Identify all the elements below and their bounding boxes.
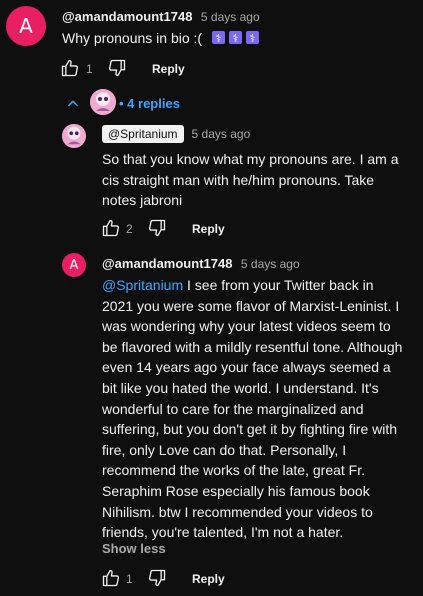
dislike-button[interactable]	[147, 568, 167, 588]
comment-text: Why pronouns in bio :(	[62, 28, 263, 50]
comment-text: So that you know what my pronouns are. I…	[102, 151, 399, 209]
replies-toggle[interactable]: • 4 replies	[119, 96, 180, 111]
comment-text-content: I see from your Twitter back in 2021 you…	[102, 277, 403, 541]
comment-time[interactable]: 5 days ago	[201, 10, 260, 24]
thumbs-down-icon	[148, 219, 166, 237]
show-less-button[interactable]: Show less	[102, 541, 166, 556]
gender-symbol-emoji	[211, 29, 225, 50]
reply-button[interactable]: Reply	[152, 62, 185, 76]
comment-text: @Spritanium I see from your Twitter back…	[102, 275, 404, 543]
comment-author[interactable]: @amandamount1748	[102, 256, 232, 271]
comment-time[interactable]: 5 days ago	[192, 127, 251, 141]
thumbs-down-icon	[148, 569, 166, 587]
comment-author[interactable]: @Spritanium	[102, 125, 184, 143]
reply-button[interactable]: Reply	[192, 222, 225, 236]
thumbs-down-icon	[108, 59, 126, 77]
comment-header: @amandamount1748 5 days ago	[62, 8, 260, 26]
avatar-letter: A	[19, 14, 33, 38]
reply-button[interactable]: Reply	[192, 572, 225, 586]
gender-symbol-emoji	[228, 29, 242, 50]
comment-author[interactable]: @amandamount1748	[62, 9, 192, 24]
mention-link[interactable]: @Spritanium	[102, 277, 183, 293]
dislike-button[interactable]	[107, 58, 127, 78]
gender-symbol-emoji	[245, 29, 259, 50]
creator-avatar-small	[90, 89, 116, 115]
like-button[interactable]	[60, 58, 80, 78]
thumbs-up-icon	[102, 569, 120, 587]
comment-time[interactable]: 5 days ago	[241, 257, 300, 271]
comment-header: @amandamount1748 5 days ago	[102, 255, 300, 273]
avatar[interactable]	[62, 124, 86, 148]
avatar-letter: A	[69, 257, 79, 273]
like-button[interactable]	[101, 568, 121, 588]
comment-header: @Spritanium 5 days ago	[102, 125, 250, 143]
like-count: 2	[126, 222, 133, 236]
like-button[interactable]	[101, 218, 121, 238]
thumbs-up-icon	[102, 219, 120, 237]
like-count: 1	[86, 62, 93, 76]
thumbs-up-icon	[61, 59, 79, 77]
chevron-up-icon[interactable]	[66, 96, 80, 110]
comment-text-content: Why pronouns in bio :(	[62, 30, 203, 46]
like-count: 1	[126, 572, 133, 586]
avatar[interactable]: A	[62, 253, 86, 277]
avatar[interactable]: A	[6, 6, 46, 46]
dislike-button[interactable]	[147, 218, 167, 238]
